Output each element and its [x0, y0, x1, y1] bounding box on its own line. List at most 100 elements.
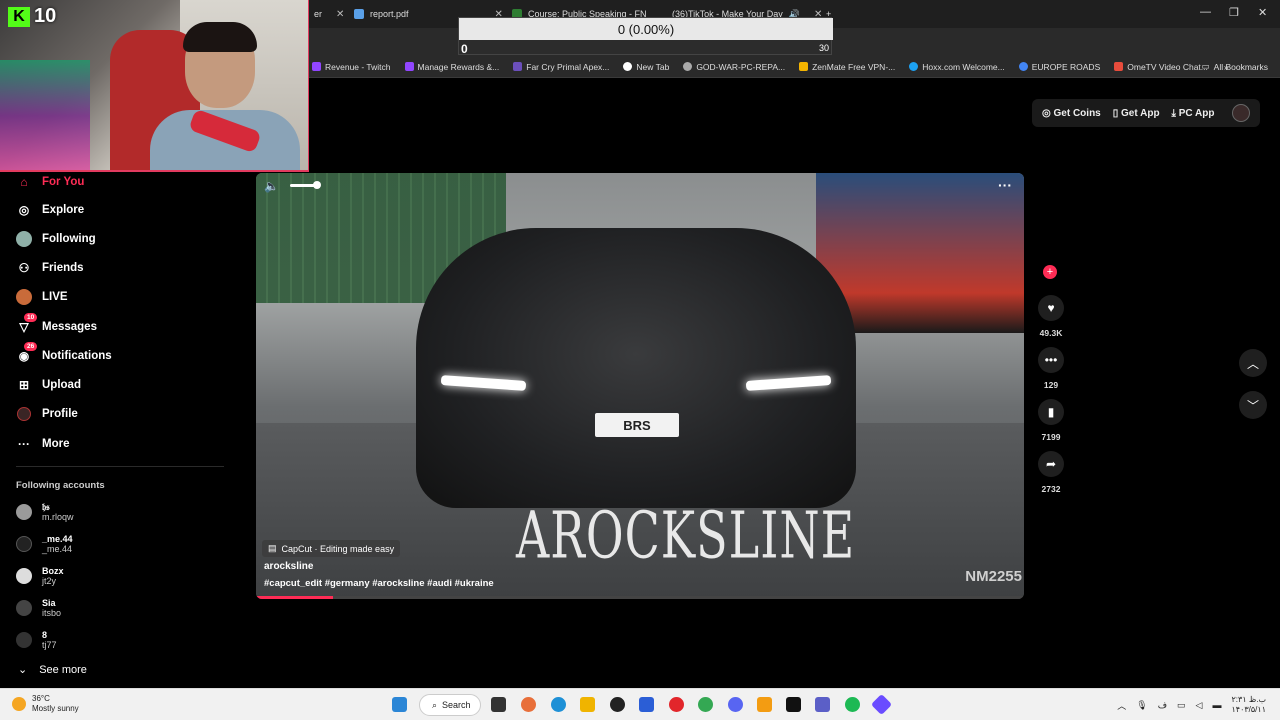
sidebar-item-more[interactable]: ··· More — [16, 436, 69, 452]
progress-max: 30 — [818, 43, 829, 53]
weather-widget[interactable]: 36°C Mostly sunny — [12, 694, 79, 714]
bookmark-icon[interactable]: ▮ — [1038, 399, 1064, 425]
corner-watermark: NM2255 — [965, 568, 1022, 585]
sidebar-item-friends[interactable]: ⚇ Friends — [16, 260, 84, 276]
battery-icon[interactable]: ▬ — [1212, 700, 1221, 710]
speaker-icon[interactable]: ◁ — [1196, 700, 1203, 711]
bookmark[interactable]: New Tab — [623, 62, 669, 72]
see-more-button[interactable]: ⌄ See more — [18, 663, 87, 677]
chrome-icon[interactable] — [698, 697, 713, 712]
language-icon[interactable]: ف — [1158, 700, 1167, 711]
friends-icon: ⚇ — [18, 261, 30, 275]
sidebar-item-for-you[interactable]: ⌂ For You — [16, 174, 84, 190]
account-name: _me.44 — [42, 534, 73, 544]
share-icon[interactable]: ➦ — [1038, 451, 1064, 477]
account-name: 8 — [42, 630, 48, 640]
sidebar-item-messages[interactable]: ▽ 10 Messages — [16, 313, 97, 335]
pdf-icon — [354, 9, 364, 19]
chevron-up-icon[interactable]: ︿ — [1117, 699, 1126, 712]
video-progress-track[interactable] — [256, 596, 1024, 599]
bookmark[interactable]: Hoxx.com Welcome... — [909, 62, 1005, 72]
sidebar-item-label: Explore — [42, 204, 85, 216]
get-coins-button[interactable]: ◎ Get Coins — [1042, 108, 1101, 119]
license-plate: BRS — [595, 413, 679, 437]
sidebar-item-following[interactable]: Following — [16, 231, 96, 247]
bookmark[interactable]: GOD-WAR-PC-REPA... — [683, 62, 785, 72]
bookmark[interactable]: ZenMate Free VPN-... — [799, 62, 895, 72]
like-action[interactable]: ♥ 49.3K — [1037, 295, 1065, 338]
comment-icon[interactable]: ••• — [1038, 347, 1064, 373]
epic-games-icon[interactable] — [786, 697, 801, 712]
video-hashtags[interactable]: #capcut_edit #germany #arocksline #audi … — [264, 578, 494, 589]
bookmark-label: GOD-WAR-PC-REPA... — [696, 61, 786, 72]
get-coins-label: Get Coins — [1053, 107, 1101, 119]
see-more-label: See more — [39, 663, 87, 676]
clock[interactable]: ۲:۳۱ ب.ظ ۱۴۰۳/۵/۱۱ — [1231, 695, 1266, 715]
following-account[interactable]: Sia itsbo — [16, 598, 61, 618]
video-author[interactable]: arocksline — [264, 561, 313, 572]
taskbar-search[interactable]: ⌕ Search — [419, 694, 481, 716]
app-icon[interactable] — [757, 697, 772, 712]
video-player[interactable]: BRS AROCKSLINE NM2255 🔈 ··· ▤ CapCut · E… — [256, 173, 1024, 599]
save-count: 7199 — [1041, 432, 1061, 442]
opera-icon[interactable] — [669, 697, 684, 712]
store-icon[interactable] — [639, 697, 654, 712]
sidebar-item-explore[interactable]: ◎ Explore — [16, 202, 84, 218]
tab-partial[interactable]: er ✕ — [308, 4, 350, 24]
bookmark-label: ZenMate Free VPN-... — [812, 61, 896, 72]
microphone-icon[interactable]: 🎙 — [1136, 700, 1147, 711]
share-action[interactable]: ➦ 2732 — [1037, 451, 1065, 494]
sidebar-item-label: Profile — [42, 408, 78, 420]
window-close-icon[interactable]: ✕ — [1258, 6, 1267, 19]
app-icon[interactable] — [870, 693, 893, 716]
spotify-icon[interactable] — [845, 697, 860, 712]
comment-action[interactable]: ••• 129 — [1037, 347, 1065, 390]
restore-icon[interactable]: ❐ — [1229, 6, 1239, 19]
messages-badge: 10 — [24, 313, 38, 322]
twitch-icon — [312, 62, 321, 71]
save-action[interactable]: ▮ 7199 — [1037, 399, 1065, 442]
following-account[interactable]: _me.44 _me.44 — [16, 534, 73, 554]
following-account[interactable]: 𝔥𝔰 m.rloqw — [16, 502, 74, 522]
chevron-up-icon: ︿ — [1246, 356, 1259, 371]
follow-button[interactable]: + — [1043, 265, 1057, 279]
previous-video-button[interactable]: ︿ — [1239, 349, 1267, 377]
teams-icon[interactable] — [815, 697, 830, 712]
volume-icon[interactable]: 🔈 — [264, 179, 279, 193]
file-explorer-icon[interactable] — [580, 697, 595, 712]
get-app-button[interactable]: ▯ Get App — [1113, 108, 1160, 119]
heart-icon[interactable]: ♥ — [1038, 295, 1064, 321]
capcut-tag[interactable]: ▤ CapCut · Editing made easy — [262, 540, 401, 557]
volume-slider-handle[interactable] — [313, 181, 321, 189]
next-video-button[interactable]: ﹀ — [1239, 391, 1267, 419]
bookmark[interactable]: OmeTV Video Chat... — [1114, 62, 1208, 72]
sidebar-item-profile[interactable]: Profile — [16, 406, 78, 422]
bookmark[interactable]: Far Cry Primal Apex... — [513, 62, 609, 72]
bookmark[interactable]: Revenue - Twitch — [312, 62, 391, 72]
windows-start-icon[interactable] — [392, 697, 407, 712]
obs-icon[interactable] — [610, 697, 625, 712]
account-handle: jt2y — [42, 576, 57, 586]
bookmark[interactable]: EUROPE ROADS — [1018, 62, 1100, 72]
sidebar-item-upload[interactable]: ⊞ Upload — [16, 377, 81, 393]
site-icon — [513, 62, 523, 71]
network-icon[interactable]: ▭ — [1177, 700, 1186, 711]
task-view-icon[interactable] — [491, 697, 506, 712]
avatar[interactable] — [1232, 104, 1250, 122]
copilot-icon[interactable] — [521, 697, 536, 712]
minimize-icon[interactable]: — — [1200, 6, 1211, 18]
pc-app-button[interactable]: ⤓ PC App — [1172, 108, 1215, 119]
search-icon: ⌕ — [432, 699, 438, 710]
sidebar-item-live[interactable]: LIVE — [16, 289, 68, 305]
discord-icon[interactable] — [728, 697, 743, 712]
following-account[interactable]: 8 tj77 — [16, 630, 57, 650]
bookmark[interactable]: Manage Rewards &... — [404, 62, 499, 72]
sidebar-item-label: More — [42, 438, 70, 450]
sidebar-item-notifications[interactable]: ◉ 26 Notifications — [16, 342, 112, 364]
close-icon[interactable]: ✕ — [336, 9, 344, 20]
following-account[interactable]: Bozx jt2y — [16, 566, 64, 586]
more-options-icon[interactable]: ··· — [998, 177, 1012, 193]
globe-icon — [683, 62, 693, 71]
edge-icon[interactable] — [551, 697, 566, 712]
all-bookmarks[interactable]: ▭ All Bookmarks — [1202, 61, 1268, 72]
